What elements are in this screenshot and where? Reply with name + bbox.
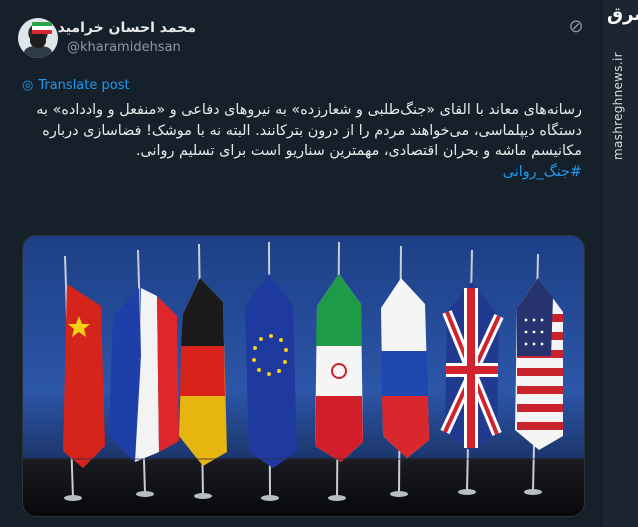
tweet-body: رسانه‌های معاند با القای «جنگ‌طلبی و شعا… — [36, 102, 582, 159]
translate-link[interactable]: ◎ Translate post — [22, 78, 130, 93]
more-options-icon[interactable]: ⊘ — [565, 16, 587, 38]
china-flag — [63, 284, 105, 468]
tweet-header: محمد احسان خرامید @kharamidehsan ⊘ — [18, 14, 591, 62]
watermark-strip: مشرق mashreghnews.ir — [603, 0, 638, 527]
tweet-card: محمد احسان خرامید @kharamidehsan ⊘ ◎ Tra… — [0, 0, 603, 527]
flags-photo — [23, 236, 584, 516]
brand-url: mashreghnews.ir — [611, 52, 625, 160]
eu-flag — [245, 274, 297, 468]
avatar-face — [30, 34, 46, 48]
user-handle[interactable]: @kharamidehsan — [67, 40, 181, 55]
brand-logo: مشرق — [607, 4, 638, 25]
tweet-image[interactable] — [22, 235, 585, 517]
translate-label: Translate post — [38, 78, 130, 93]
translate-globe-icon: ◎ — [22, 78, 34, 93]
name-row: محمد احسان خرامید — [31, 20, 196, 36]
tweet-text: رسانه‌های معاند با القای «جنگ‌طلبی و شعا… — [22, 100, 582, 182]
display-name[interactable]: محمد احسان خرامید — [58, 20, 196, 36]
hashtag-link[interactable]: #جنگ_روانی — [22, 162, 582, 183]
iran-flag-icon — [31, 22, 52, 34]
